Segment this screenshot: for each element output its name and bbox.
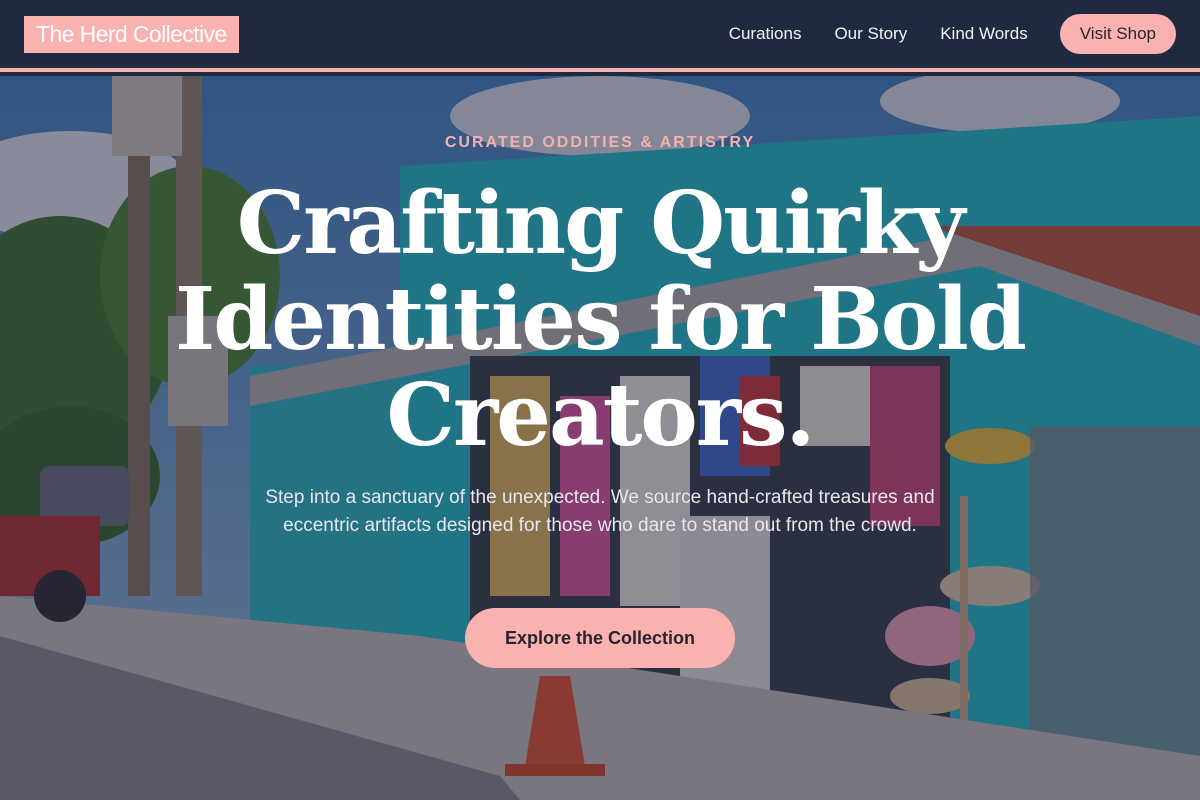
hero-eyebrow: CURATED ODDITIES & ARTISTRY <box>444 134 756 151</box>
hero-description: Step into a sanctuary of the unexpected.… <box>265 487 935 536</box>
site-header: The Herd Collective Curations Our Story … <box>0 0 1200 72</box>
visit-shop-button[interactable]: Visit Shop <box>1059 14 1176 54</box>
brand-logo[interactable]: The Herd Collective <box>24 15 239 53</box>
main-nav: Curations Our Story Kind Words <box>729 24 1028 44</box>
nav-link-kind-words[interactable]: Kind Words <box>940 24 1028 44</box>
explore-collection-button[interactable]: Explore the Collection <box>465 608 735 668</box>
hero-headline: Crafting Quirky Identities for Bold Crea… <box>175 173 1027 466</box>
hero-section: CURATED ODDITIES & ARTISTRY Crafting Qui… <box>0 76 1200 800</box>
nav-link-curations[interactable]: Curations <box>729 24 802 44</box>
nav-link-our-story[interactable]: Our Story <box>834 24 907 44</box>
